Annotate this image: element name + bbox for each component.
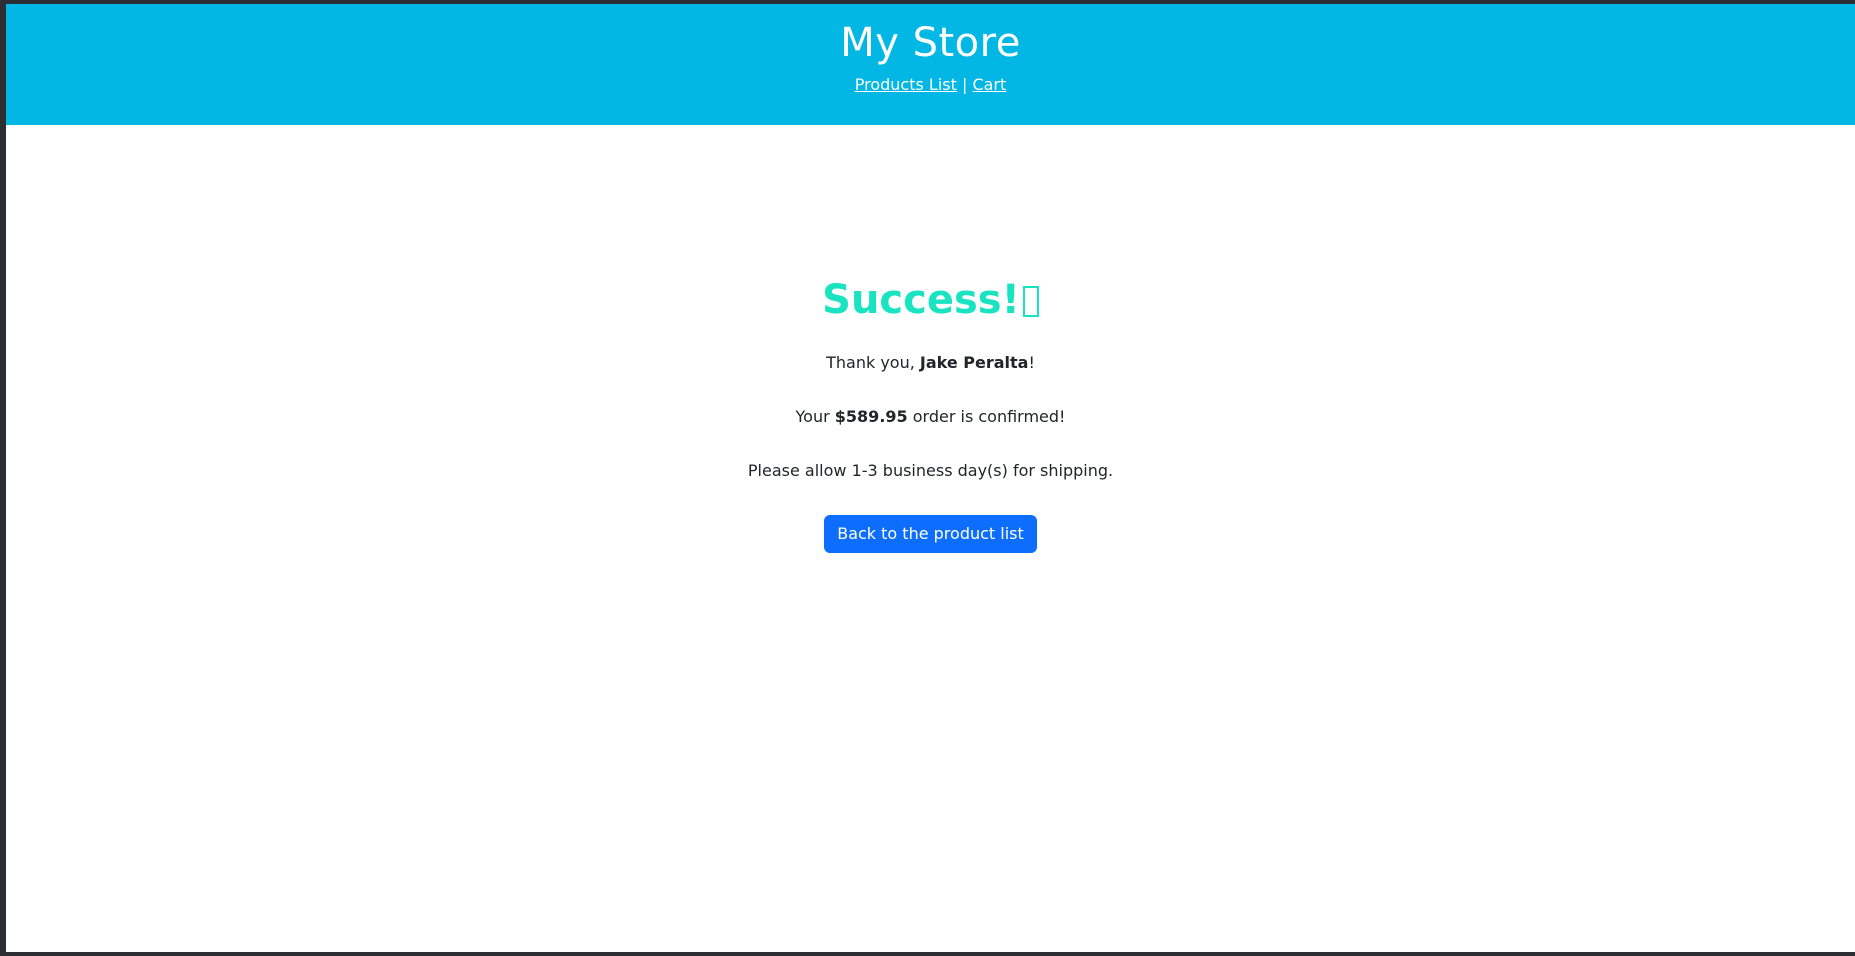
back-to-product-list-button[interactable]: Back to the product list [824, 515, 1037, 553]
success-heading: Success! [6, 125, 1855, 325]
thanks-prefix: Thank you, [826, 353, 920, 372]
missing-glyph-icon [1022, 286, 1039, 317]
customer-name: Jake Peralta [919, 353, 1029, 372]
browser-frame: My Store Products List | Cart Success! T… [0, 0, 1855, 956]
success-heading-text: Success! [822, 277, 1020, 323]
cart-link[interactable]: Cart [972, 75, 1006, 94]
thank-you-message: Thank you, Jake Peralta! [6, 352, 1855, 374]
order-prefix: Your [795, 407, 835, 426]
header-nav: Products List | Cart [6, 75, 1855, 95]
order-suffix: order is confirmed! [907, 407, 1066, 426]
products-list-link[interactable]: Products List [855, 75, 957, 94]
shipping-note: Please allow 1-3 business day(s) for shi… [747, 461, 1114, 480]
order-total: $589.95 [834, 407, 908, 426]
page: My Store Products List | Cart Success! T… [6, 4, 1855, 952]
store-title: My Store [840, 20, 1021, 66]
confirmation-content: Success! Thank you, Jake Peralta! Your $… [6, 125, 1855, 553]
thanks-suffix: ! [1028, 353, 1035, 372]
nav-separator: | [956, 75, 973, 94]
store-header: My Store Products List | Cart [6, 4, 1855, 125]
order-confirmation-message: Your $589.95 order is confirmed! [6, 406, 1855, 428]
